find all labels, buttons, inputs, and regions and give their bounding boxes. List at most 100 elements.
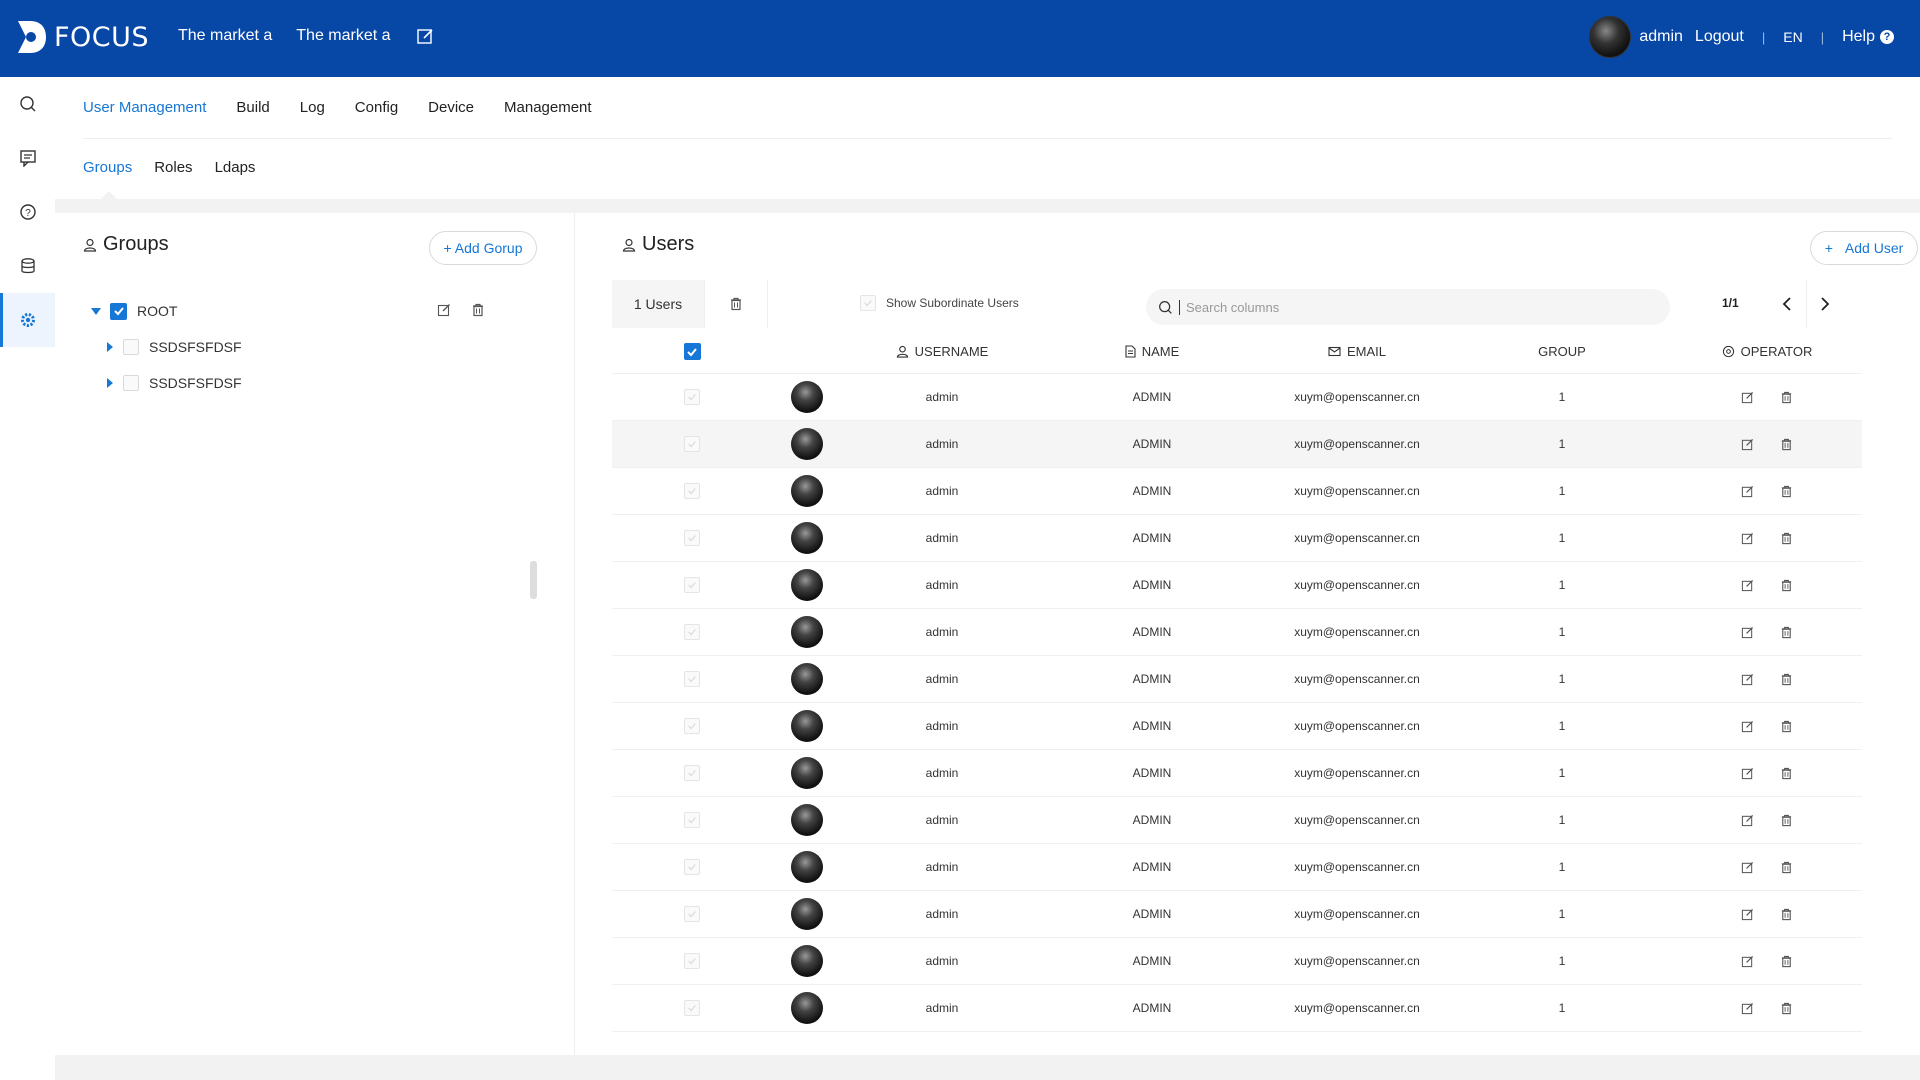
- table-row[interactable]: admin ADMIN xuym@openscanner.cn 1: [612, 844, 1862, 891]
- row-checkbox[interactable]: [684, 624, 700, 640]
- table-row[interactable]: admin ADMIN xuym@openscanner.cn 1: [612, 797, 1862, 844]
- row-checkbox[interactable]: [684, 671, 700, 687]
- trash-icon[interactable]: [1780, 532, 1793, 545]
- rail-item-settings[interactable]: [0, 293, 55, 347]
- column-header-name[interactable]: NAME: [1042, 344, 1262, 359]
- table-row[interactable]: admin ADMIN xuym@openscanner.cn 1: [612, 609, 1862, 656]
- edit-icon[interactable]: [1741, 861, 1754, 874]
- logout-link[interactable]: Logout: [1695, 28, 1744, 46]
- edit-icon[interactable]: [1741, 814, 1754, 827]
- edit-icon[interactable]: [1741, 767, 1754, 780]
- tab-ldaps[interactable]: Ldaps: [215, 159, 256, 176]
- trash-icon[interactable]: [1780, 767, 1793, 780]
- row-checkbox[interactable]: [684, 483, 700, 499]
- caret-right-icon[interactable]: [107, 342, 113, 352]
- topnav-item-market-1[interactable]: The market a: [178, 27, 272, 45]
- table-row[interactable]: admin ADMIN xuym@openscanner.cn 1: [612, 891, 1862, 938]
- table-row[interactable]: admin ADMIN xuym@openscanner.cn 1: [612, 938, 1862, 985]
- edit-icon[interactable]: [1741, 391, 1754, 404]
- tab-management[interactable]: Management: [504, 99, 592, 116]
- username-label[interactable]: admin: [1639, 28, 1683, 46]
- rail-item-search[interactable]: [0, 77, 55, 131]
- trash-icon[interactable]: [1780, 955, 1793, 968]
- edit-icon[interactable]: [1741, 626, 1754, 639]
- row-checkbox[interactable]: [684, 718, 700, 734]
- table-row[interactable]: admin ADMIN xuym@openscanner.cn 1: [612, 985, 1862, 1032]
- row-checkbox[interactable]: [684, 436, 700, 452]
- row-checkbox[interactable]: [684, 906, 700, 922]
- search-input[interactable]: [1179, 299, 1599, 315]
- tree-node-checkbox[interactable]: [123, 339, 139, 355]
- tab-log[interactable]: Log: [300, 99, 325, 116]
- table-row[interactable]: admin ADMIN xuym@openscanner.cn 1: [612, 750, 1862, 797]
- tab-user-management[interactable]: User Management: [83, 99, 206, 116]
- trash-icon[interactable]: [1780, 861, 1793, 874]
- column-header-username[interactable]: USERNAME: [842, 344, 1042, 359]
- edit-icon[interactable]: [1741, 485, 1754, 498]
- trash-icon[interactable]: [1780, 1002, 1793, 1015]
- tree-node-checkbox[interactable]: [110, 302, 127, 320]
- tab-config[interactable]: Config: [355, 99, 398, 116]
- language-switch[interactable]: EN: [1783, 29, 1802, 45]
- trash-icon[interactable]: [1780, 814, 1793, 827]
- next-page-button[interactable]: [1806, 280, 1842, 328]
- table-row[interactable]: admin ADMIN xuym@openscanner.cn 1: [612, 374, 1862, 421]
- row-checkbox[interactable]: [684, 765, 700, 781]
- tree-node[interactable]: SSDSFSFDSF: [91, 365, 551, 401]
- row-checkbox[interactable]: [684, 530, 700, 546]
- trash-icon[interactable]: [1780, 720, 1793, 733]
- table-row[interactable]: admin ADMIN xuym@openscanner.cn 1: [612, 515, 1862, 562]
- edit-icon[interactable]: [1741, 579, 1754, 592]
- row-checkbox[interactable]: [684, 389, 700, 405]
- trash-icon[interactable]: [1780, 438, 1793, 451]
- trash-icon[interactable]: [1780, 579, 1793, 592]
- scrollbar[interactable]: [530, 561, 537, 599]
- column-header-group[interactable]: GROUP: [1452, 344, 1672, 359]
- tree-node-checkbox[interactable]: [123, 375, 139, 391]
- row-checkbox[interactable]: [684, 577, 700, 593]
- rail-item-help[interactable]: ?: [0, 185, 55, 239]
- edit-icon[interactable]: [1741, 955, 1754, 968]
- add-user-button[interactable]: + Add User: [1810, 231, 1918, 265]
- search-box[interactable]: [1146, 289, 1670, 325]
- trash-icon[interactable]: [1780, 391, 1793, 404]
- edit-icon[interactable]: [1741, 1002, 1754, 1015]
- edit-icon[interactable]: [1741, 720, 1754, 733]
- bulk-delete-button[interactable]: [704, 280, 768, 328]
- trash-icon[interactable]: [471, 303, 485, 317]
- column-header-email[interactable]: EMAIL: [1262, 344, 1452, 359]
- edit-icon[interactable]: [437, 303, 451, 317]
- trash-icon[interactable]: [1780, 485, 1793, 498]
- subordinate-checkbox[interactable]: [860, 295, 876, 311]
- rail-item-database[interactable]: [0, 239, 55, 293]
- select-all-checkbox[interactable]: [683, 343, 701, 360]
- app-logo[interactable]: FOCUS: [16, 19, 149, 55]
- topnav-item-market-2[interactable]: The market a: [296, 27, 390, 45]
- caret-right-icon[interactable]: [107, 378, 113, 388]
- user-avatar[interactable]: [1589, 16, 1632, 58]
- table-row[interactable]: admin ADMIN xuym@openscanner.cn 1: [612, 468, 1862, 515]
- row-checkbox[interactable]: [684, 1000, 700, 1016]
- table-row[interactable]: admin ADMIN xuym@openscanner.cn 1: [612, 421, 1862, 468]
- table-row[interactable]: admin ADMIN xuym@openscanner.cn 1: [612, 656, 1862, 703]
- rail-item-board[interactable]: [0, 131, 55, 185]
- help-link[interactable]: Help ?: [1842, 28, 1894, 46]
- tab-device[interactable]: Device: [428, 99, 474, 116]
- tree-node-root[interactable]: ROOT: [91, 293, 551, 329]
- tab-roles[interactable]: Roles: [154, 159, 192, 176]
- edit-icon[interactable]: [1741, 532, 1754, 545]
- trash-icon[interactable]: [1780, 673, 1793, 686]
- row-checkbox[interactable]: [684, 953, 700, 969]
- caret-down-icon[interactable]: [91, 307, 101, 315]
- trash-icon[interactable]: [1780, 626, 1793, 639]
- tree-node[interactable]: SSDSFSFDSF: [91, 329, 551, 365]
- tab-groups[interactable]: Groups: [83, 159, 132, 176]
- add-group-button[interactable]: + Add Gorup: [429, 231, 537, 265]
- edit-icon[interactable]: [1741, 673, 1754, 686]
- edit-icon[interactable]: [1741, 438, 1754, 451]
- show-subordinate-toggle[interactable]: Show Subordinate Users: [860, 295, 1019, 311]
- table-row[interactable]: admin ADMIN xuym@openscanner.cn 1: [612, 703, 1862, 750]
- edit-icon[interactable]: [1741, 908, 1754, 921]
- trash-icon[interactable]: [1780, 908, 1793, 921]
- prev-page-button[interactable]: [1769, 280, 1805, 328]
